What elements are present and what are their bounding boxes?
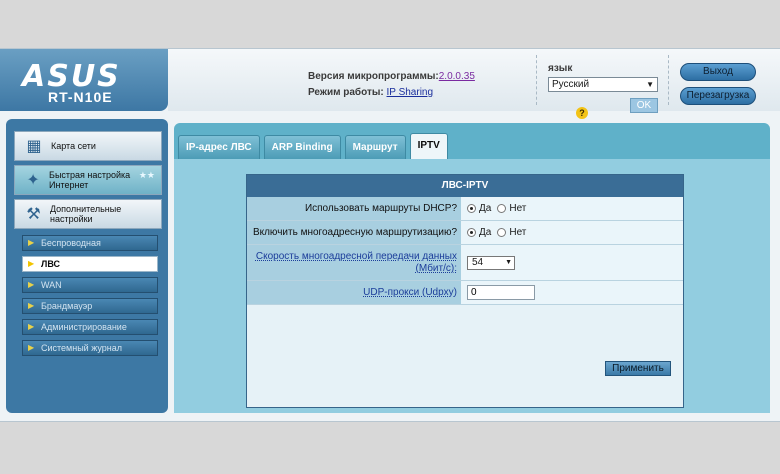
- dhcp-routes-yes-option[interactable]: Да: [467, 203, 491, 214]
- tab-bar: IP-адрес ЛВС ARP Binding Маршрут IPTV: [178, 133, 452, 159]
- triangle-icon: ▶: [28, 322, 35, 331]
- sidebar-item-network-map[interactable]: ▦ Карта сети: [14, 131, 162, 161]
- multicast-yes-option[interactable]: Да: [467, 227, 491, 238]
- dhcp-routes-no-option[interactable]: Нет: [497, 203, 526, 214]
- sidebar-sub-label: Администрирование: [41, 322, 127, 332]
- tab-lan-ip[interactable]: IP-адрес ЛВС: [178, 135, 260, 159]
- language-select[interactable]: Русский ▼: [548, 77, 658, 92]
- radio-button[interactable]: [467, 228, 476, 237]
- network-map-icon: ▦: [26, 138, 42, 155]
- radio-button[interactable]: [497, 228, 507, 237]
- radio-label: Нет: [509, 227, 527, 238]
- tools-icon: ⚒: [26, 206, 41, 223]
- multicast-speed-label[interactable]: Скорость многоадресной передачи данных (…: [247, 245, 461, 280]
- udpxy-row: UDP-прокси (Udpxy): [247, 281, 683, 305]
- speed-select-value: 54: [472, 256, 484, 268]
- apply-button[interactable]: Применить: [605, 361, 671, 376]
- triangle-icon: ▶: [28, 343, 35, 352]
- radio-label: Нет: [509, 203, 527, 214]
- stars-icon: ★★: [138, 170, 155, 180]
- udpxy-input[interactable]: [467, 285, 535, 300]
- sidebar-sub-system-log[interactable]: ▶ Системный журнал: [22, 340, 158, 356]
- radio-label: Да: [479, 203, 492, 214]
- logout-button[interactable]: Выход: [680, 63, 756, 81]
- sidebar-sub-wireless[interactable]: ▶ Беспроводная: [22, 235, 158, 251]
- mode-label: Режим работы:: [308, 87, 384, 98]
- language-select-value: Русский: [552, 79, 590, 90]
- radio-button[interactable]: [497, 204, 507, 213]
- sidebar-sub-administration[interactable]: ▶ Администрирование: [22, 319, 158, 335]
- panel-title: ЛВС-IPTV: [247, 175, 683, 197]
- sidebar-sub-firewall[interactable]: ▶ Брандмауэр: [22, 298, 158, 314]
- sidebar-sub-label: Брандмауэр: [41, 301, 93, 311]
- sidebar-item-label: Дополнительные настройки: [49, 204, 122, 224]
- language-label: язык: [548, 63, 573, 74]
- help-icon[interactable]: ?: [576, 107, 588, 119]
- triangle-icon: ▶: [28, 259, 35, 268]
- top-header: Версия микропрограммы:2.0.0.35 Режим раб…: [168, 49, 780, 113]
- dhcp-routes-label: Использовать маршруты DHCP?: [247, 197, 461, 220]
- model-name: RT-N10E: [48, 89, 113, 105]
- tab-iptv[interactable]: IPTV: [409, 133, 448, 159]
- header-divider: [668, 55, 669, 105]
- language-ok-button[interactable]: OK: [630, 98, 658, 113]
- sidebar-sub-wan[interactable]: ▶ WAN: [22, 277, 158, 293]
- sidebar-sub-label: WAN: [41, 280, 62, 290]
- header-divider: [536, 55, 537, 105]
- firmware-version-link[interactable]: 2.0.0.35: [439, 71, 475, 82]
- udpxy-label[interactable]: UDP-прокси (Udpxy): [247, 281, 461, 304]
- operation-mode-link[interactable]: IP Sharing: [387, 87, 434, 98]
- reboot-button[interactable]: Перезагрузка: [680, 87, 756, 105]
- tab-arp-binding[interactable]: ARP Binding: [263, 135, 341, 159]
- triangle-icon: ▶: [28, 280, 35, 289]
- sidebar-sub-label: ЛВС: [41, 259, 60, 269]
- brand-header: ASUS RT-N10E: [0, 49, 168, 111]
- language-block: язык Русский ▼ OK: [548, 63, 658, 113]
- iptv-settings-panel: ЛВС-IPTV Использовать маршруты DHCP? Да …: [246, 174, 684, 408]
- tab-route[interactable]: Маршрут: [344, 135, 406, 159]
- dhcp-routes-row: Использовать маршруты DHCP? Да Нет: [247, 197, 683, 221]
- sidebar-item-advanced[interactable]: ⚒ Дополнительные настройки: [14, 199, 162, 229]
- wand-icon: ✦: [26, 172, 40, 189]
- triangle-icon: ▶: [28, 238, 35, 247]
- multicast-label: Включить многоадресную маршрутизацию?: [247, 221, 461, 244]
- multicast-speed-select[interactable]: 54 ▼: [467, 255, 515, 270]
- dropdown-arrow-icon: ▼: [646, 80, 654, 89]
- radio-label: Да: [479, 227, 492, 238]
- sidebar-item-quick-setup[interactable]: ✦ Быстрая настройка Интернет ★★: [14, 165, 162, 195]
- triangle-icon: ▶: [28, 301, 35, 310]
- multicast-speed-row: Скорость многоадресной передачи данных (…: [247, 245, 683, 281]
- sidebar-sub-label: Беспроводная: [41, 238, 101, 248]
- sidebar-sub-lan[interactable]: ▶ ЛВС: [22, 256, 158, 272]
- multicast-no-option[interactable]: Нет: [497, 227, 526, 238]
- multicast-row: Включить многоадресную маршрутизацию? Да…: [247, 221, 683, 245]
- router-admin-frame: ASUS RT-N10E Версия микропрограммы:2.0.0…: [0, 48, 780, 422]
- dropdown-arrow-icon: ▼: [505, 258, 512, 266]
- firmware-label: Версия микропрограммы:: [308, 71, 439, 82]
- firmware-info: Версия микропрограммы:2.0.0.35 Режим раб…: [308, 69, 475, 101]
- sidebar-item-label: Карта сети: [51, 141, 96, 151]
- radio-button[interactable]: [467, 204, 476, 213]
- sidebar-sub-label: Системный журнал: [41, 343, 122, 353]
- sidebar: ▦ Карта сети ✦ Быстрая настройка Интерне…: [6, 119, 168, 413]
